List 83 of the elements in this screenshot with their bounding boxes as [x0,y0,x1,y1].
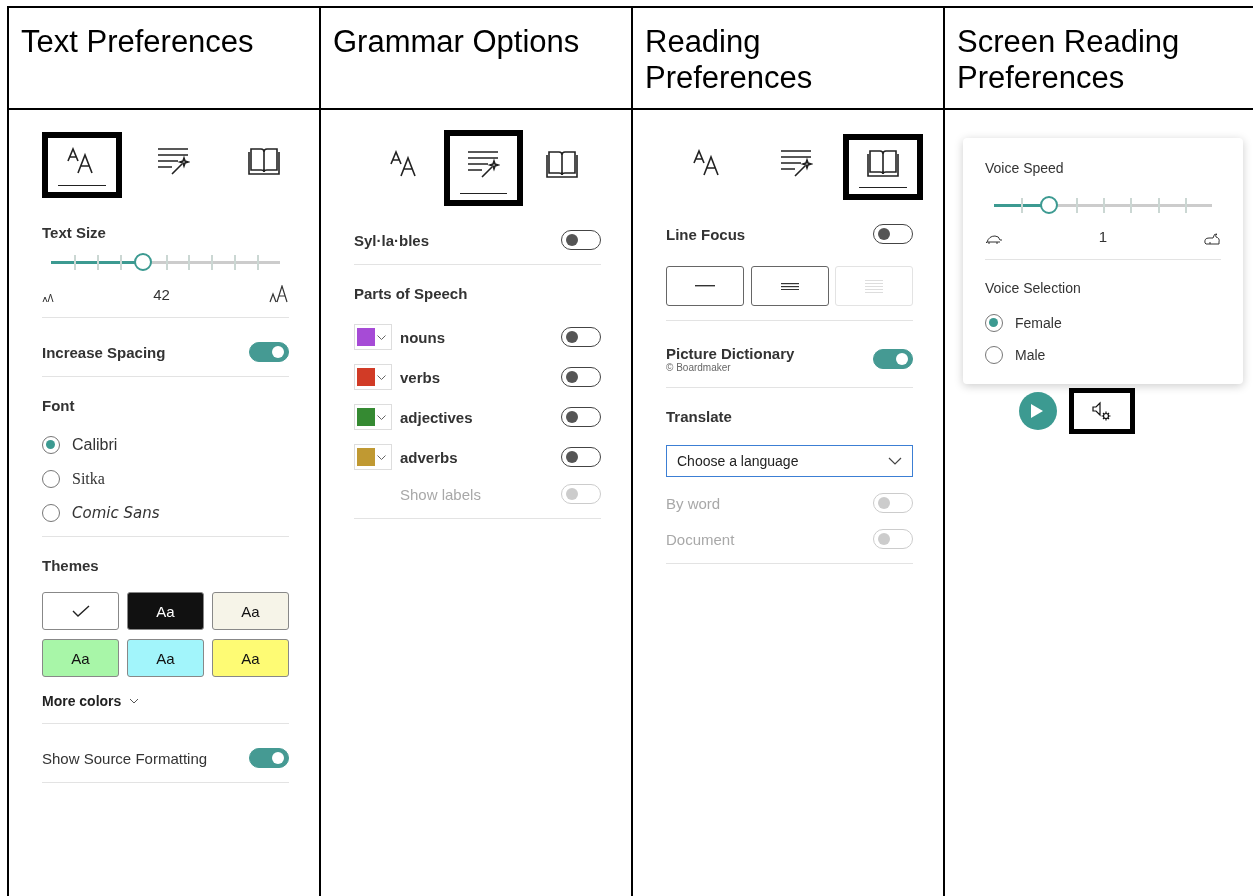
color-picker[interactable] [354,364,392,390]
setting-label: adjectives [400,408,474,426]
setting-label: Document [666,530,735,548]
column-heading: Reading Preferences [645,24,813,95]
theme-swatch[interactable]: Aa [127,592,204,630]
grammar-wand-icon [156,146,190,176]
language-dropdown[interactable]: Choose a language [666,445,913,477]
setting-label: adverbs [400,448,459,466]
chevron-down-icon [377,374,386,380]
panel-tab[interactable] [42,132,122,198]
book-icon [545,149,578,179]
section-label: Voice Speed [985,160,1065,176]
line-focus-option[interactable] [750,266,829,306]
color-picker[interactable] [354,444,392,470]
three-lines-icon [780,282,799,290]
color-picker[interactable] [354,324,392,350]
rabbit-icon [1203,232,1221,245]
small-letters-icon [42,293,54,303]
toggle-switch[interactable] [561,327,601,347]
panel-tab[interactable] [444,130,523,206]
turtle-icon [985,235,1003,245]
grammar-wand-icon [466,149,501,179]
theme-swatch[interactable]: Aa [42,639,119,677]
chevron-down-icon [888,457,902,465]
section-label: Translate [666,408,733,425]
theme-swatch[interactable]: Aa [212,592,289,630]
chevron-down-icon [129,698,140,704]
color-picker[interactable] [354,404,392,430]
grammar-wand-icon [778,148,813,178]
section-label: Text Size [42,224,107,241]
theme-swatch[interactable]: Aa [212,639,289,677]
toggle-switch[interactable] [873,349,913,369]
book-icon [867,148,899,178]
copyright-note: © Boardmaker [666,362,732,373]
checkmark-icon [71,605,90,617]
more-colors-button[interactable]: More colors [42,693,140,709]
book-icon [248,146,280,176]
setting-label: By word [666,494,721,512]
setting-label: Show labels [400,485,482,503]
setting-label: Syl·la·bles [354,231,430,249]
section-label: Parts of Speech [354,285,469,302]
column-heading: Text Preferences [21,24,254,59]
setting-label: Picture Dictionary [666,345,795,362]
slider-thumb[interactable] [133,253,152,271]
single-line-icon [695,285,715,287]
voice-settings-button[interactable] [1069,388,1135,434]
play-button[interactable] [1019,392,1057,430]
toggle-switch[interactable] [561,367,601,387]
section-label: Font [42,397,76,414]
font-option: Calibri [72,436,118,454]
play-icon [1030,403,1044,419]
toggle-switch[interactable] [561,407,601,427]
voice-option: Female [1015,315,1062,331]
toggle-switch[interactable] [249,748,289,768]
toggle-switch[interactable] [561,447,601,467]
slider-value: 1 [1098,228,1108,245]
column-heading: Screen Reading Preferences [957,24,1180,95]
font-option: Comic Sans [72,504,160,522]
setting-label: Increase Spacing [42,343,166,361]
chevron-down-icon [377,414,386,420]
panel-tab[interactable] [843,134,923,200]
setting-label: Show Source Formatting [42,749,208,767]
theme-swatch[interactable] [42,592,119,630]
section-label: Voice Selection [985,280,1082,296]
toggle-switch[interactable] [249,342,289,362]
column-heading: Grammar Options [333,24,580,59]
chevron-down-icon [377,334,386,340]
slider-thumb[interactable] [1039,196,1058,214]
five-lines-icon [865,279,883,293]
theme-swatch[interactable]: Aa [127,639,204,677]
toggle-switch[interactable] [873,224,913,244]
line-focus-option[interactable] [666,266,744,306]
font-option: Sitka [72,470,105,488]
section-label: Themes [42,557,100,574]
voice-option: Male [1015,347,1046,363]
setting-label: verbs [400,368,442,386]
chevron-down-icon [377,454,386,460]
toggle-switch[interactable] [561,230,601,250]
slider-value: 42 [153,286,170,303]
large-letters-icon [269,285,289,303]
setting-label: nouns [400,328,446,346]
speaker-gear-icon [1091,401,1113,421]
setting-label: Line Focus [666,225,746,243]
